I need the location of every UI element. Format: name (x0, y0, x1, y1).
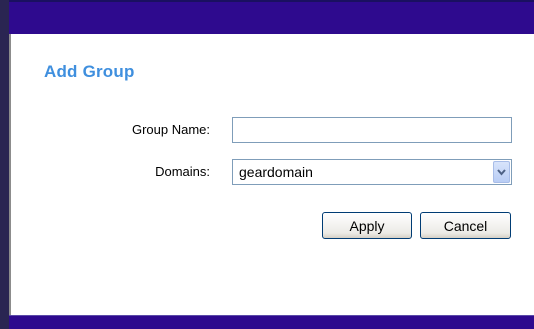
page-title: Add Group (44, 62, 135, 81)
footer-bar (9, 315, 534, 329)
left-border (0, 0, 11, 329)
group-name-label: Group Name: (131, 122, 210, 137)
domains-label: Domains: (155, 164, 210, 179)
group-name-input[interactable] (232, 117, 512, 143)
dropdown-button[interactable] (493, 161, 510, 183)
cancel-button[interactable]: Cancel (420, 212, 511, 239)
chevron-down-icon (497, 169, 506, 176)
apply-button[interactable]: Apply (322, 212, 412, 239)
domains-selected-value: geardomain (239, 164, 313, 180)
domains-select[interactable]: geardomain (232, 159, 512, 185)
add-group-dialog: Add Group Group Name: Domains: geardomai… (0, 0, 534, 329)
header-bar (9, 0, 534, 34)
